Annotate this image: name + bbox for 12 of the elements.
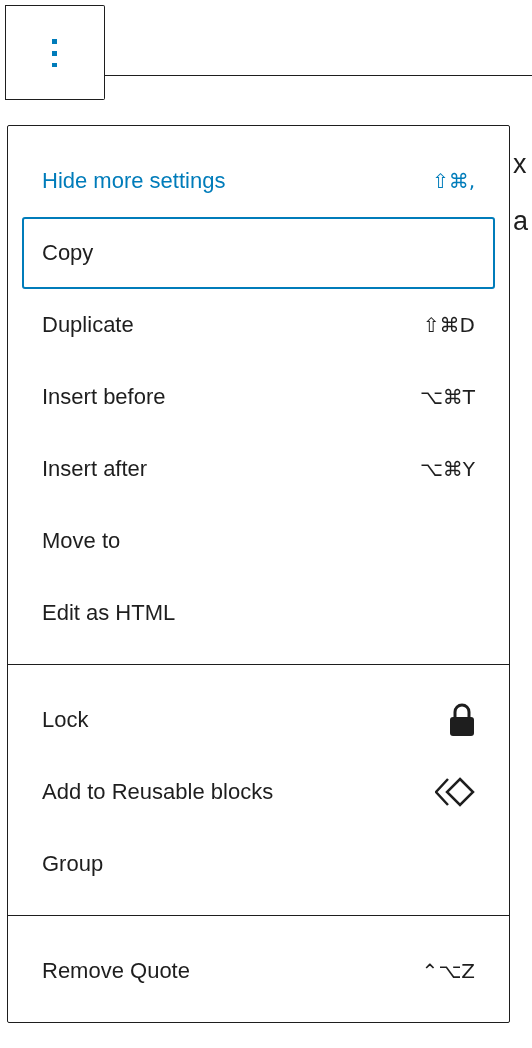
menu-item[interactable]: Copy — [22, 217, 495, 289]
lock-icon — [449, 703, 475, 737]
keyboard-shortcut: ⇧⌘D — [422, 313, 475, 337]
keyboard-shortcut: ⇧⌘, — [431, 169, 475, 193]
keyboard-shortcut: ⌥⌘T — [419, 385, 475, 409]
keyboard-shortcut: ⌃⌥Z — [421, 959, 475, 983]
background-text: a — [513, 206, 529, 237]
more-options-button[interactable] — [6, 5, 105, 100]
keyboard-shortcut: ⌥⌘Y — [419, 457, 475, 481]
more-options-icon — [52, 38, 58, 67]
background-text: x — [513, 149, 527, 180]
reusable-block-icon — [435, 777, 475, 807]
